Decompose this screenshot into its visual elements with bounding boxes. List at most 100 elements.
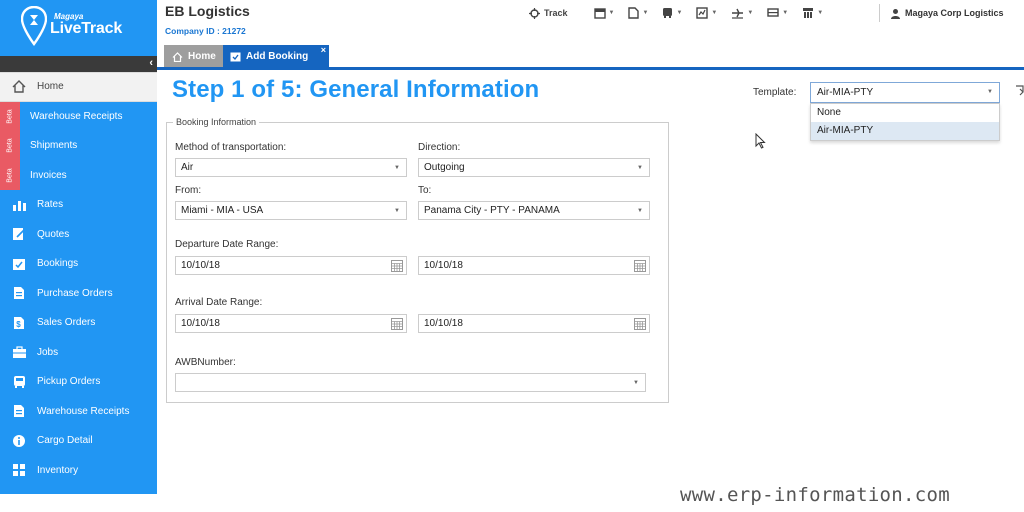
sidebar-nav: Home Beta Warehouse Receipts Beta Shipme…: [0, 72, 157, 485]
method-value: Air: [181, 162, 194, 173]
flight-menu-button[interactable]: ▼: [731, 7, 753, 19]
sidebar-item-warehouse-receipts[interactable]: Warehouse Receipts: [0, 397, 157, 427]
sidebar-item-purchase-orders[interactable]: Purchase Orders: [0, 279, 157, 309]
sidebar-item-label: Purchase Orders: [37, 287, 113, 299]
caret-down-icon: ▼: [633, 380, 639, 386]
sidebar-item-rates[interactable]: Rates: [0, 190, 157, 220]
main-content: Step 1 of 5: General Information Templat…: [157, 70, 1024, 494]
sidebar-item-warehouse-receipts-beta[interactable]: Beta Warehouse Receipts: [0, 101, 157, 131]
template-label: Template:: [753, 87, 797, 98]
trend-chart-icon: [696, 7, 709, 19]
caret-down-icon: ▼: [394, 208, 400, 214]
booking-information-panel: Booking Information Method of transporta…: [166, 117, 669, 403]
arrival-end-input[interactable]: 10/10/18: [418, 314, 650, 333]
toolbar: Track ▼ ▼ ▼ ▼ ▼ ▼ ▼: [529, 4, 837, 22]
bar-chart-icon: [11, 197, 27, 213]
caret-down-icon: ▼: [676, 10, 683, 16]
app-header: EB Logistics Company ID : 21272 Track ▼ …: [157, 0, 1024, 44]
calendar-icon[interactable]: [634, 318, 646, 333]
from-select[interactable]: Miami - MIA - USA ▼: [175, 201, 407, 220]
tab-home[interactable]: Home: [164, 45, 224, 68]
sidebar-item-home[interactable]: Home: [0, 72, 157, 102]
calendar-check-icon: [230, 51, 241, 62]
template-option-air-mia-pty[interactable]: Air-MIA-PTY: [811, 122, 999, 140]
departure-start-value: 10/10/18: [181, 260, 220, 271]
to-select[interactable]: Panama City - PTY - PANAMA ▼: [418, 201, 650, 220]
departure-start-input[interactable]: 10/10/18: [175, 256, 407, 275]
caret-down-icon: ▼: [747, 10, 754, 16]
document-icon: [628, 7, 640, 19]
truck-menu-button[interactable]: ▼: [767, 7, 788, 19]
departure-label: Departure Date Range:: [175, 239, 279, 250]
document-icon: [11, 403, 27, 419]
method-label: Method of transportation:: [175, 142, 287, 153]
company-id: Company ID : 21272: [165, 26, 246, 36]
chart-menu-button[interactable]: ▼: [696, 7, 717, 19]
tab-bar: Home Add Booking ×: [157, 44, 1024, 68]
to-label: To:: [418, 185, 432, 196]
close-tab-icon[interactable]: ×: [321, 45, 326, 55]
calendar-icon[interactable]: [391, 260, 403, 275]
departure-end-input[interactable]: 10/10/18: [418, 256, 650, 275]
sidebar-item-sales-orders[interactable]: $ Sales Orders: [0, 308, 157, 338]
caret-down-icon: ▼: [394, 165, 400, 171]
sidebar-item-invoices-beta[interactable]: Beta Invoices: [0, 160, 157, 190]
warehouse-menu-button[interactable]: ▼: [802, 7, 823, 19]
arrival-start-input[interactable]: 10/10/18: [175, 314, 407, 333]
tab-add-booking[interactable]: Add Booking ×: [223, 45, 329, 68]
template-select[interactable]: Air-MIA-PTY ▼: [810, 82, 1000, 103]
caret-down-icon: ▼: [642, 10, 649, 16]
caret-down-icon: ▼: [782, 10, 789, 16]
chevron-left-icon[interactable]: ‹: [149, 57, 153, 69]
calendar-icon[interactable]: [391, 318, 403, 333]
method-select[interactable]: Air ▼: [175, 158, 407, 177]
track-button[interactable]: Track: [529, 7, 568, 19]
sidebar-item-label: Shipments: [30, 140, 78, 152]
user-icon: [890, 8, 901, 19]
calendar-icon[interactable]: [634, 260, 646, 275]
direction-value: Outgoing: [424, 162, 465, 173]
caret-down-icon: ▼: [637, 208, 643, 214]
location-pin-icon: [21, 6, 47, 46]
template-dropdown-list: None Air-MIA-PTY: [810, 103, 1000, 141]
sidebar-item-label: Bookings: [37, 258, 79, 270]
pencil-doc-icon: [11, 226, 27, 242]
sidebar-item-jobs[interactable]: Jobs: [0, 338, 157, 368]
watermark-text: www.erp-information.com: [680, 484, 950, 506]
sidebar-item-inventory[interactable]: Inventory: [0, 456, 157, 486]
sidebar-collapse-bar[interactable]: ‹: [0, 56, 157, 72]
track-label: Track: [544, 8, 568, 18]
caret-down-icon: ▼: [987, 89, 993, 95]
sidebar-item-quotes[interactable]: Quotes: [0, 220, 157, 250]
tab-add-booking-label: Add Booking: [246, 51, 309, 62]
sidebar-item-shipments-beta[interactable]: Beta Shipments: [0, 131, 157, 161]
awb-number-select[interactable]: ▼: [175, 373, 646, 392]
crosshair-icon: [529, 7, 540, 19]
page-title: Step 1 of 5: General Information: [172, 76, 540, 103]
export-icon[interactable]: [1015, 84, 1024, 101]
departure-end-value: 10/10/18: [424, 260, 463, 271]
to-value: Panama City - PTY - PANAMA: [424, 205, 560, 216]
calendar-menu-button[interactable]: ▼: [593, 7, 614, 19]
panel-legend: Booking Information: [173, 117, 260, 127]
sidebar-item-cargo-detail[interactable]: Cargo Detail: [0, 426, 157, 456]
sidebar-item-label: Home: [37, 81, 64, 93]
sidebar-item-label: Sales Orders: [37, 317, 96, 329]
home-icon: [11, 79, 27, 95]
direction-select[interactable]: Outgoing ▼: [418, 158, 650, 177]
sidebar-item-pickup-orders[interactable]: Pickup Orders: [0, 367, 157, 397]
home-icon: [172, 51, 183, 62]
mouse-cursor-icon: [755, 133, 766, 149]
user-menu[interactable]: Magaya Corp Logistics: [879, 4, 1004, 22]
brand-logo[interactable]: Magaya LiveTrack: [0, 0, 157, 56]
document-icon: [11, 285, 27, 301]
sidebar-item-label: Cargo Detail: [37, 435, 93, 447]
from-value: Miami - MIA - USA: [181, 205, 264, 216]
sidebar-item-bookings[interactable]: Bookings: [0, 249, 157, 279]
sidebar-item-label: Invoices: [30, 169, 67, 181]
bus-menu-button[interactable]: ▼: [662, 7, 682, 19]
grid-icon: [11, 462, 27, 478]
template-option-none[interactable]: None: [811, 104, 999, 122]
document-menu-button[interactable]: ▼: [628, 7, 648, 19]
info-icon: [11, 433, 27, 449]
